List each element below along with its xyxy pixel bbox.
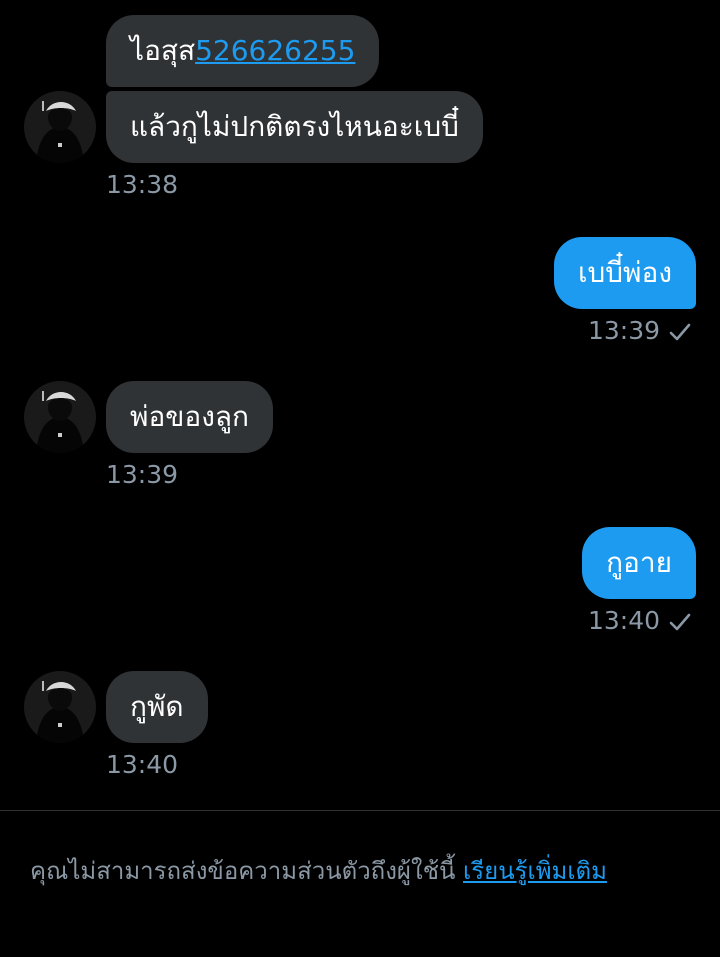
message-timestamp: 13:39 xyxy=(106,460,179,489)
message-bubble-incoming[interactable]: พ่อของลูก xyxy=(106,381,274,453)
avatar[interactable] xyxy=(24,671,96,743)
message-text: กูพัด xyxy=(130,690,184,723)
message-timestamp: 13:40 xyxy=(587,606,660,635)
message-bubble-outgoing[interactable]: กูอาย xyxy=(582,527,696,599)
notice-text: คุณไม่สามารถส่งข้อความส่วนตัวถึงผู้ใช้นี… xyxy=(30,857,456,885)
message-text: พ่อของลูก xyxy=(130,400,250,433)
message-text: กูอาย xyxy=(606,546,672,579)
conversation: ไอสุส526626255 แล้วกูไม่ปกติตรงไหนอะเบบี… xyxy=(0,0,720,810)
message-bubble-incoming[interactable]: ไอสุส526626255 xyxy=(106,15,380,87)
message-text: แล้วกูไม่ปกติตรงไหนอะเบบี๋ xyxy=(130,110,459,143)
footer-divider xyxy=(0,810,720,811)
message-bubble-outgoing[interactable]: เบบี๋พ่อง xyxy=(553,237,696,309)
avatar-image xyxy=(24,91,96,163)
message-timestamp: 13:39 xyxy=(587,316,660,345)
avatar[interactable] xyxy=(24,381,96,453)
learn-more-link[interactable]: เรียนรู้เพิ่มเติม xyxy=(463,857,607,885)
message-link[interactable]: 526626255 xyxy=(195,34,355,67)
check-icon xyxy=(669,613,691,631)
dm-restricted-notice: คุณไม่สามารถส่งข้อความส่วนตัวถึงผู้ใช้นี… xyxy=(30,851,607,890)
check-icon xyxy=(669,323,691,341)
message-text: เบบี๋พ่อง xyxy=(577,256,672,289)
message-bubble-incoming[interactable]: แล้วกูไม่ปกติตรงไหนอะเบบี๋ xyxy=(106,91,483,163)
avatar-image xyxy=(24,381,96,453)
message-bubble-incoming[interactable]: กูพัด xyxy=(106,671,208,743)
avatar-image xyxy=(24,671,96,743)
message-timestamp: 13:40 xyxy=(106,750,179,779)
message-timestamp: 13:38 xyxy=(106,170,179,199)
avatar[interactable] xyxy=(24,91,96,163)
message-text: ไอสุส xyxy=(130,34,196,67)
